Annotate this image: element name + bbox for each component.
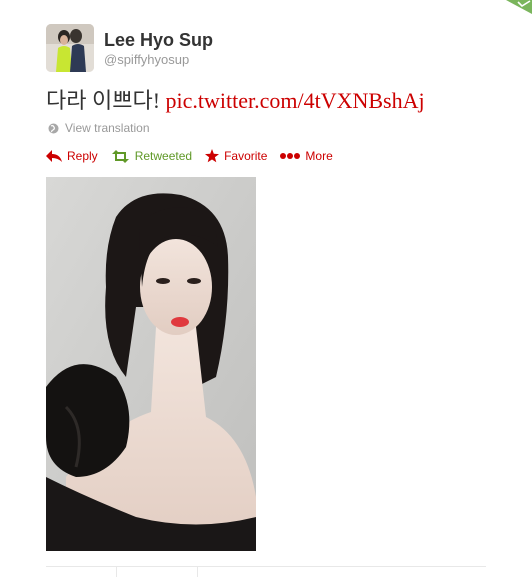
user-handle[interactable]: @spiffyhyosup — [104, 52, 213, 68]
tweet-photo[interactable] — [46, 177, 256, 551]
favorite-button[interactable]: Favorite — [205, 149, 267, 163]
more-dots-icon — [280, 153, 301, 159]
globe-icon — [48, 123, 59, 133]
reply-icon — [46, 150, 62, 162]
tweet-link[interactable]: pic.twitter.com/4tVXNBshAj — [166, 88, 425, 113]
tweet-header: Lee Hyo Sup @spiffyhyosup — [46, 24, 213, 72]
reply-button[interactable]: Reply — [46, 149, 98, 163]
display-name[interactable]: Lee Hyo Sup — [104, 30, 213, 50]
reply-label: Reply — [67, 149, 98, 163]
footer-divider — [46, 566, 486, 567]
retweet-button[interactable]: Retweeted — [111, 149, 192, 163]
tweet-body: 다라 이쁘다! — [46, 88, 166, 113]
tweet-text: 다라 이쁘다! pic.twitter.com/4tVXNBshAj — [46, 86, 425, 116]
avatar[interactable] — [46, 24, 94, 72]
corner-flag-icon — [506, 0, 532, 14]
view-translation-label: View translation — [65, 121, 150, 135]
retweeted-label: Retweeted — [134, 149, 193, 163]
retweet-icon — [111, 149, 129, 163]
star-icon — [205, 149, 220, 163]
footer-divider-tick — [197, 567, 198, 577]
more-button[interactable]: More — [280, 149, 333, 163]
view-translation[interactable]: View translation — [48, 121, 150, 135]
more-label: More — [305, 149, 333, 163]
footer-divider-tick — [116, 567, 117, 577]
tweet-actions: Reply Retweeted Favorite More — [46, 149, 346, 163]
favorite-label: Favorite — [224, 149, 268, 163]
